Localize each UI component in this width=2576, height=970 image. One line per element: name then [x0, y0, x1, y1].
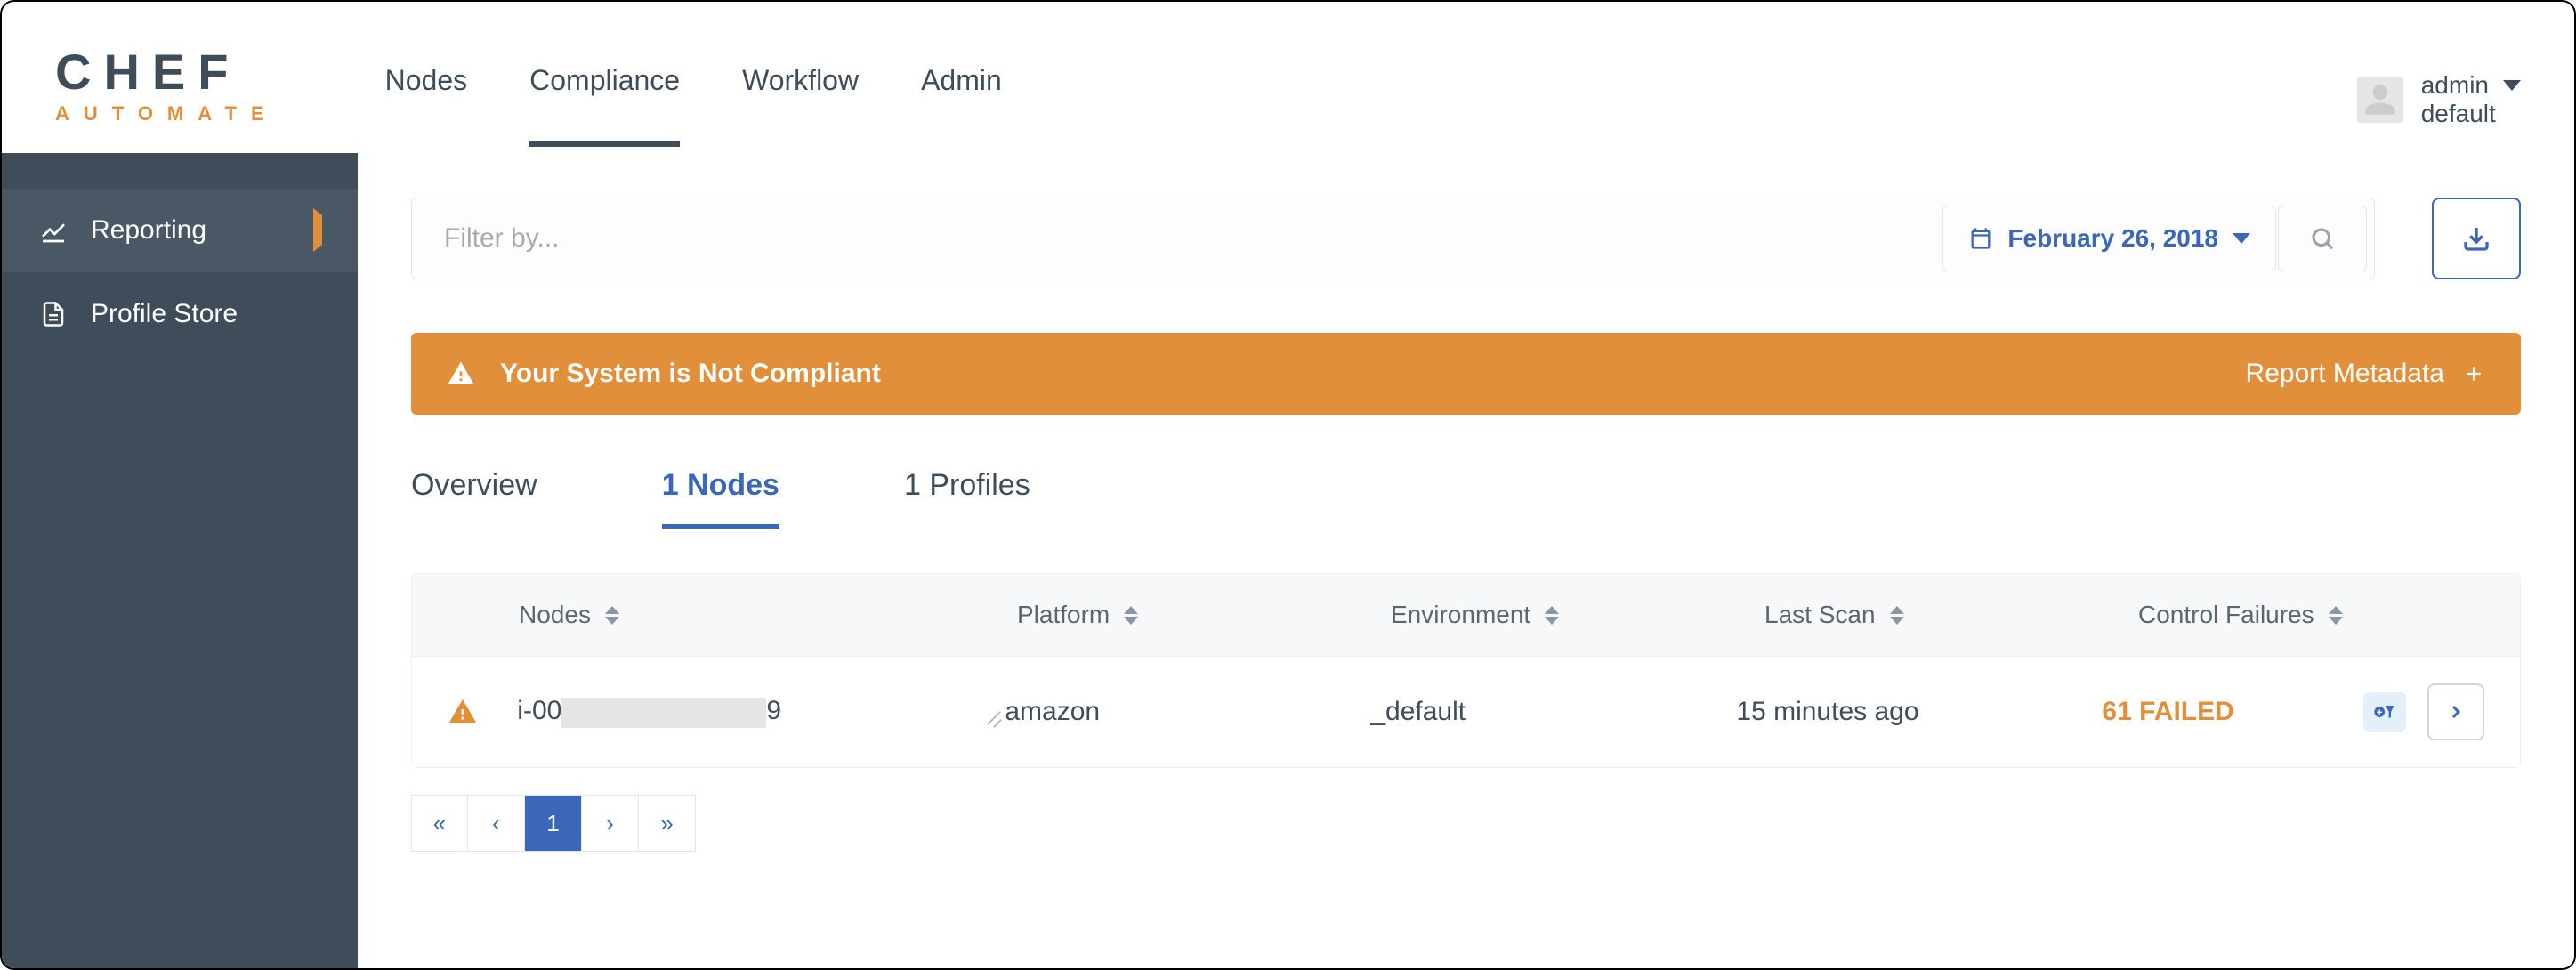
th-platform[interactable]: Platform — [1017, 601, 1391, 629]
pagination: « ‹ 1 › » — [411, 795, 2521, 852]
warning-icon — [448, 697, 478, 727]
banner-text: Your System is Not Compliant — [500, 359, 881, 389]
filter-input-wrapper: February 26, 2018 — [411, 198, 2375, 279]
search-button[interactable] — [2278, 206, 2367, 271]
top-nav: Nodes Compliance Workflow Admin — [385, 20, 1002, 152]
nav-workflow[interactable]: Workflow — [742, 64, 859, 141]
report-tabs: Overview 1 Nodes 1 Profiles — [411, 468, 2521, 529]
body: Reporting Profile Store February 26, 201… — [2, 153, 2574, 968]
main: February 26, 2018 Your System is Not Com… — [358, 153, 2574, 968]
search-icon — [2309, 225, 2336, 252]
page-first[interactable]: « — [411, 795, 468, 852]
nav-nodes[interactable]: Nodes — [385, 64, 468, 141]
sort-icon — [605, 606, 619, 625]
sort-icon — [2329, 606, 2343, 625]
add-filter-button[interactable]: + — [2363, 692, 2406, 732]
caret-right-icon — [313, 215, 322, 246]
chart-icon — [37, 216, 69, 245]
sort-icon — [1545, 606, 1559, 625]
sort-icon — [1890, 606, 1904, 625]
add-filter-icon: + — [2372, 699, 2397, 724]
report-metadata-toggle[interactable]: Report Metadata — [2246, 359, 2485, 389]
cell-last-scan: 15 minutes ago — [1736, 697, 2102, 727]
date-picker[interactable]: February 26, 2018 — [1942, 206, 2276, 271]
page-prev[interactable]: ‹ — [468, 795, 525, 852]
chevron-down-icon — [2233, 233, 2250, 244]
sidebar-item-label: Profile Store — [91, 299, 238, 329]
row-details-button[interactable] — [2427, 683, 2484, 740]
sidebar-item-reporting[interactable]: Reporting — [2, 189, 358, 272]
date-label: February 26, 2018 — [2007, 224, 2218, 253]
meta-label: Report Metadata — [2246, 359, 2444, 389]
tab-overview[interactable]: Overview — [411, 468, 537, 529]
calendar-icon — [1968, 226, 1993, 251]
user-text: admin default — [2421, 71, 2521, 128]
cell-failures: 61 FAILED — [2102, 697, 2363, 727]
logo-sub: AUTOMATE — [55, 102, 279, 125]
page-next[interactable]: › — [582, 795, 639, 852]
download-icon — [2462, 224, 2491, 253]
chevron-down-icon — [2503, 80, 2521, 91]
header: CHEF AUTOMATE Nodes Compliance Workflow … — [2, 2, 2574, 153]
plus-icon — [2462, 362, 2485, 385]
th-last-scan[interactable]: Last Scan — [1764, 601, 2138, 629]
cell-environment: _default — [1370, 697, 1736, 727]
page-1[interactable]: 1 — [525, 795, 582, 852]
th-environment[interactable]: Environment — [1391, 601, 1764, 629]
logo: CHEF AUTOMATE — [55, 47, 279, 125]
cell-node: i-009 — [517, 696, 1005, 727]
th-nodes[interactable]: Nodes — [519, 601, 1017, 629]
logo-main: CHEF — [55, 47, 279, 97]
compliance-banner: Your System is Not Compliant Report Meta… — [411, 333, 2521, 415]
chevron-right-icon — [2445, 701, 2467, 723]
user-tenant: default — [2421, 100, 2521, 128]
app-root: CHEF AUTOMATE Nodes Compliance Workflow … — [0, 0, 2576, 970]
user-name: admin — [2421, 71, 2489, 100]
filter-row: February 26, 2018 — [411, 198, 2521, 279]
page-last[interactable]: » — [639, 795, 696, 852]
warning-icon — [447, 360, 475, 388]
tab-nodes[interactable]: 1 Nodes — [662, 468, 779, 529]
sort-icon — [1124, 606, 1138, 625]
nodes-table: Nodes Platform Environment Last Scan Con… — [411, 573, 2521, 768]
user-menu[interactable]: admin default — [2357, 44, 2521, 128]
nav-admin[interactable]: Admin — [921, 64, 1002, 141]
sidebar-item-profile-store[interactable]: Profile Store — [2, 272, 358, 356]
avatar — [2357, 77, 2403, 123]
nav-compliance[interactable]: Compliance — [529, 64, 680, 147]
sidebar: Reporting Profile Store — [2, 153, 358, 968]
sidebar-item-label: Reporting — [91, 215, 206, 246]
download-button[interactable] — [2432, 198, 2521, 279]
document-icon — [37, 301, 69, 327]
table-header: Nodes Platform Environment Last Scan Con… — [412, 574, 2520, 656]
table-row[interactable]: i-009 amazon _default 15 minutes ago 61 … — [412, 656, 2520, 767]
resize-handle[interactable] — [987, 710, 1001, 724]
tab-profiles[interactable]: 1 Profiles — [904, 468, 1030, 529]
redacted-text — [561, 698, 766, 728]
user-icon — [2362, 82, 2398, 117]
th-control-failures[interactable]: Control Failures — [2138, 601, 2405, 629]
svg-text:+: + — [2377, 707, 2383, 719]
cell-platform: amazon — [1005, 697, 1370, 727]
row-status — [448, 697, 517, 727]
